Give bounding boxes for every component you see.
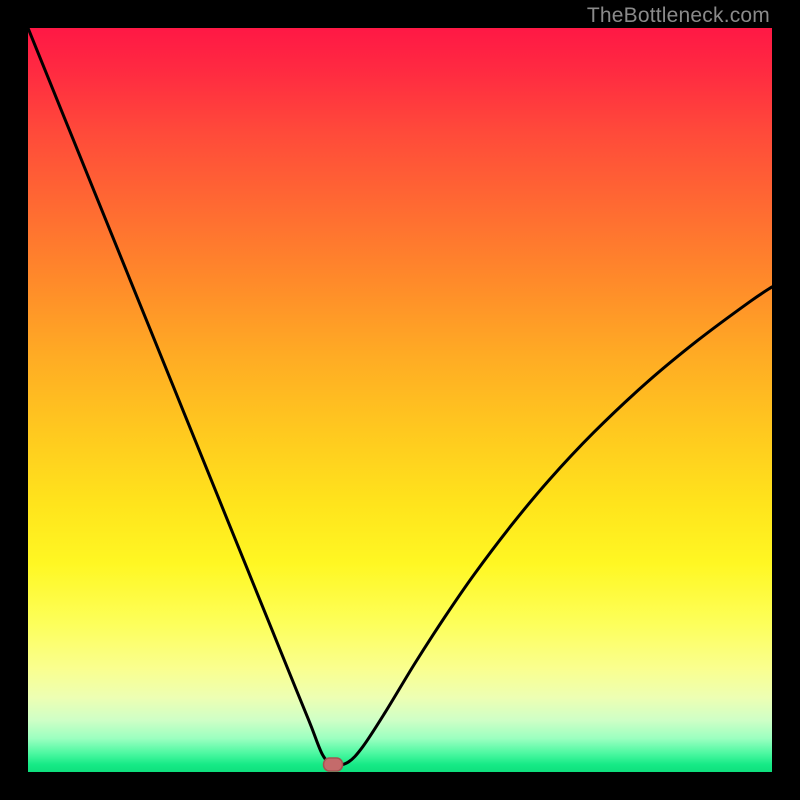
plot-area (28, 28, 772, 772)
outer-frame: TheBottleneck.com (0, 0, 800, 800)
bottleneck-curve (28, 28, 772, 765)
curve-layer (28, 28, 772, 772)
optimum-marker (324, 758, 343, 771)
watermark: TheBottleneck.com (587, 4, 770, 28)
